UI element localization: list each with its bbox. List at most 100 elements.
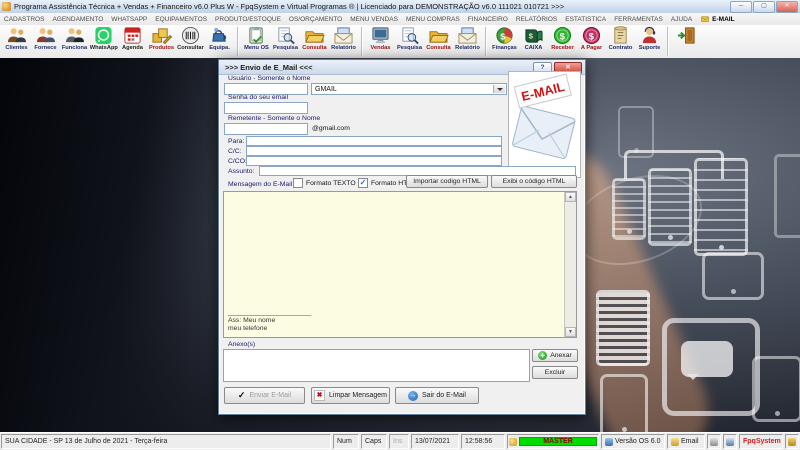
check-icon: ✓ — [237, 390, 246, 400]
para-input[interactable] — [246, 136, 502, 146]
toolbar-contrato[interactable]: Contrato — [606, 26, 635, 51]
menu-item-ferramentas[interactable]: FERRAMENTAS — [610, 16, 667, 23]
server-connector-line — [624, 150, 724, 179]
toolbar-financas[interactable]: $ Finanças — [490, 26, 519, 51]
close-button[interactable]: ✕ — [776, 1, 798, 13]
barcode-icon — [176, 26, 205, 45]
toolbar-vendas-consulta[interactable]: Consulta — [424, 26, 453, 51]
server-rack-icon — [648, 168, 692, 246]
screen-icon — [726, 437, 734, 446]
textarea-scrollbar[interactable]: ▲ ▼ — [564, 192, 576, 337]
chevron-down-icon[interactable] — [493, 85, 505, 93]
toolbar-produtos[interactable]: Produtos — [147, 26, 176, 51]
menu-item-financeiro[interactable]: FINANCEIRO — [464, 16, 512, 23]
anexar-button[interactable]: + Anexar — [532, 349, 578, 362]
senha-label: Senha do seu email — [228, 94, 289, 101]
enviar-email-button[interactable]: ✓ Enviar E-Mail — [224, 387, 305, 404]
toolbar-os-pesquisa[interactable]: Pesquisa — [271, 26, 300, 51]
usuario-label: Usuário - Somente o Nome — [228, 75, 311, 82]
toolbar-os-consulta[interactable]: Consulta — [300, 26, 329, 51]
provider-select[interactable]: GMAIL — [311, 83, 507, 95]
senha-input[interactable] — [224, 102, 308, 114]
toolbar-separator — [237, 27, 239, 56]
status-date: 13/07/2021 — [411, 434, 459, 449]
toolbar-clientes[interactable]: Clientes — [2, 26, 31, 51]
cc-label: C/C: — [228, 148, 242, 155]
printer-icon — [710, 437, 718, 446]
whatsapp-icon — [89, 26, 118, 45]
toolbar-agenda[interactable]: Agenda — [118, 26, 147, 51]
menu-item-cadastros[interactable]: CADASTROS — [0, 16, 48, 23]
window-title: Programa Assistência Técnica + Vendas + … — [14, 2, 565, 11]
monitor-icon — [366, 26, 395, 45]
toolbar-funcionario[interactable]: Funciona — [60, 26, 89, 51]
status-caps: Caps — [361, 434, 387, 449]
toolbar-equipamentos[interactable]: Equipa. — [205, 26, 234, 51]
toolbar-vendas-relatorio[interactable]: Relatório — [453, 26, 482, 51]
toolbar-receber[interactable]: $ Receber — [548, 26, 577, 51]
status-folder-cell[interactable] — [785, 434, 799, 449]
exit-door-icon — [672, 26, 701, 45]
equipment-icon — [205, 26, 234, 45]
toolbar-sair[interactable] — [672, 26, 701, 45]
excluir-button[interactable]: Excluir — [532, 366, 578, 379]
menu-item-menu-compras[interactable]: MENU COMPRAS — [402, 16, 464, 23]
menu-item-agendamento[interactable]: AGENDAMENTO — [48, 16, 107, 23]
checkbox-unchecked-icon[interactable] — [293, 178, 303, 188]
menu-item-equipamentos[interactable]: EQUIPAMENTOS — [151, 16, 211, 23]
toolbar-a-pagar[interactable]: $ A Pagar — [577, 26, 606, 51]
status-printer-cell[interactable] — [707, 434, 721, 449]
toolbar-caixa[interactable]: $ CAIXA — [519, 26, 548, 51]
server-rack-icon — [774, 154, 800, 238]
people-icon — [2, 26, 31, 45]
status-bar: SUA CIDADE - SP 13 de Julho de 2021 - Te… — [0, 432, 800, 450]
toolbar: Clientes Fornece Funciona WhatsApp Agend… — [0, 25, 800, 60]
cco-input[interactable] — [246, 156, 502, 166]
mensagem-textarea[interactable]: ______________________ Ass: Meu nome meu… — [223, 191, 577, 338]
menu-item-menu-vendas[interactable]: MENU VENDAS — [346, 16, 402, 23]
formato-texto-checkbox[interactable]: Formato TEXTO — [293, 178, 356, 188]
menu-item-estatistica[interactable]: ESTATISTICA — [561, 16, 610, 23]
menu-item-produto-estoque[interactable]: PRODUTO/ESTOQUE — [211, 16, 285, 23]
menu-item-os-orcamento[interactable]: OS/ORÇAMENTO — [285, 16, 346, 23]
para-label: Para: — [228, 138, 245, 145]
anexos-listbox[interactable] — [223, 349, 530, 382]
toolbar-suporte[interactable]: Suporte — [635, 26, 664, 51]
monitor-outline-icon — [752, 356, 800, 422]
scroll-icon — [606, 26, 635, 45]
menu-item-email[interactable]: E-MAIL — [696, 15, 738, 23]
scroll-down-icon[interactable]: ▼ — [565, 327, 576, 337]
phone-icon — [600, 374, 648, 438]
maximize-button[interactable]: ▢ — [753, 1, 775, 13]
menu-item-whatsapp[interactable]: WHATSAPP — [107, 16, 151, 23]
remetente-label: Remetente - Somente o Nome — [228, 115, 321, 122]
toolbar-consultar[interactable]: Consultar — [176, 26, 205, 51]
chat-bubble-inner — [681, 341, 733, 380]
exibir-html-button[interactable]: Exibi o código HTML — [491, 175, 577, 188]
coin-red-icon: $ — [577, 26, 606, 45]
anexos-label: Anexo(s) — [228, 341, 256, 348]
cc-input[interactable] — [246, 146, 502, 156]
minimize-button[interactable]: ─ — [730, 1, 752, 13]
scroll-up-icon[interactable]: ▲ — [565, 192, 576, 202]
toolbar-os-relatorio[interactable]: Relatório — [329, 26, 358, 51]
toolbar-vendas-pesquisa[interactable]: Pesquisa — [395, 26, 424, 51]
toolbar-fornecedor[interactable]: Fornece — [31, 26, 60, 51]
dialog-title: >>> Envio de E_Mail <<< — [225, 62, 313, 72]
remetente-input[interactable] — [224, 123, 308, 135]
cash-book-icon: $ — [519, 26, 548, 45]
app-window: Programa Assistência Técnica + Vendas + … — [0, 0, 800, 450]
limpar-mensagem-button[interactable]: ✖ Limpar Mensagem — [311, 387, 390, 404]
toolbar-menu-os[interactable]: Menu OS — [242, 26, 271, 51]
menu-item-relatorios[interactable]: RELATÓRIOS — [512, 16, 561, 23]
checkbox-checked-icon[interactable]: ✓ — [358, 178, 368, 188]
assunto-label: Assunto: — [228, 168, 255, 175]
sair-email-button[interactable]: → Sair do E-Mail — [395, 387, 479, 404]
toolbar-vendas[interactable]: Vendas — [366, 26, 395, 51]
toolbar-whatsapp[interactable]: WhatsApp — [89, 26, 118, 51]
importar-html-button[interactable]: Importar codigo HTML — [406, 175, 488, 188]
status-screen-cell[interactable] — [723, 434, 737, 449]
menu-item-ajuda[interactable]: AJUDA — [667, 16, 696, 23]
status-email[interactable]: Email — [667, 434, 705, 449]
status-ins: Ins — [389, 434, 409, 449]
